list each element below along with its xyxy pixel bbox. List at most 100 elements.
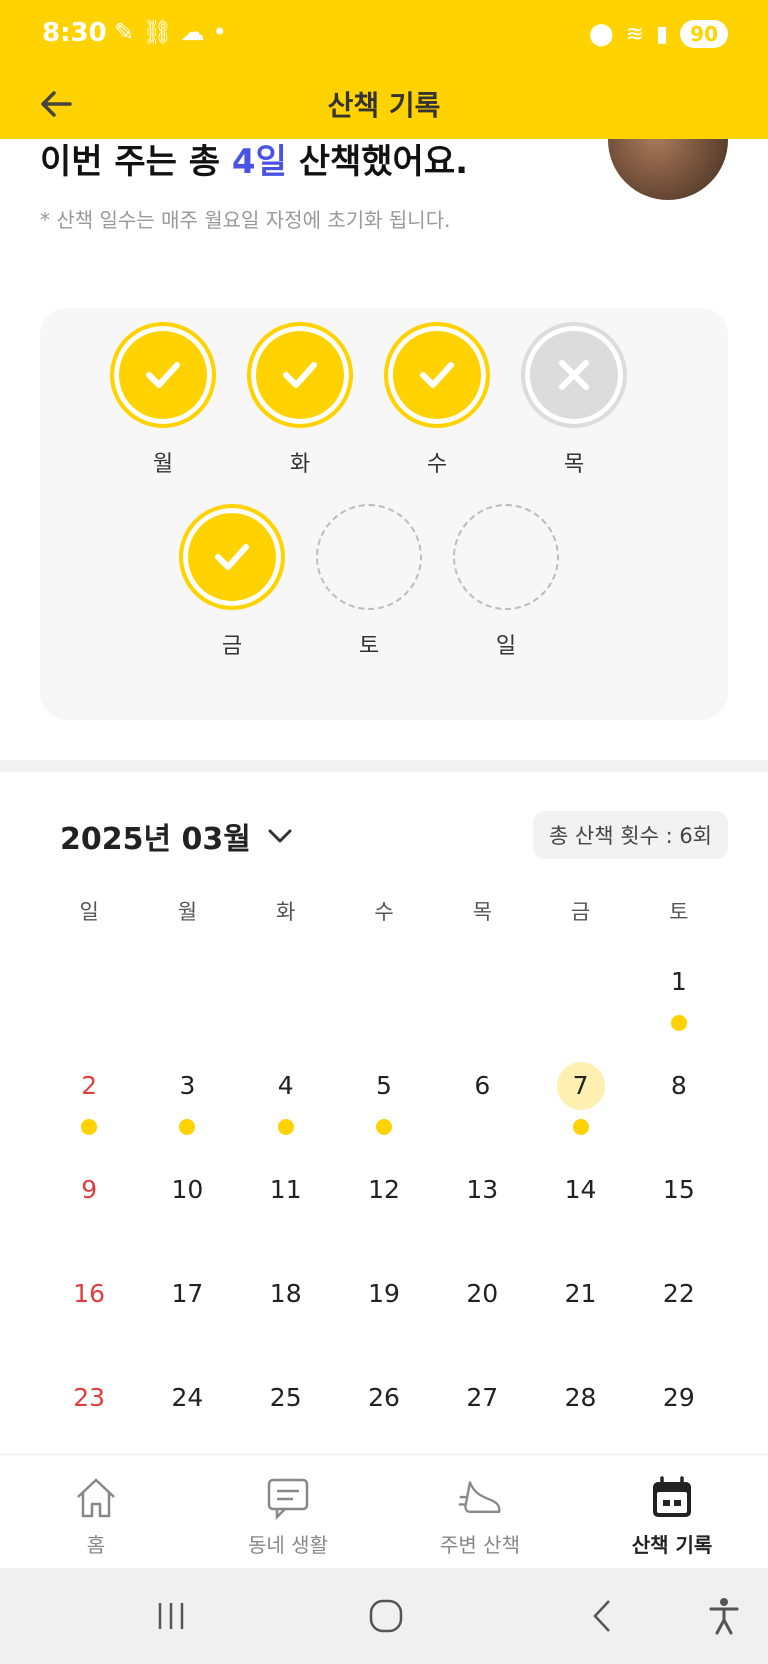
calendar-day-number: 17 [171, 1279, 204, 1308]
calendar-empty-cell [335, 944, 433, 1048]
calendar-day-24[interactable]: 24 [138, 1360, 236, 1464]
sneaker-icon [457, 1475, 503, 1521]
weekday-header-label: 토 [669, 900, 689, 924]
weekday-label: 금 [221, 634, 243, 659]
total-walk-count-badge: 총 산책 횟수 : 6회 [532, 811, 728, 859]
accessibility-icon [709, 1598, 739, 1635]
calendar-day-19[interactable]: 19 [335, 1256, 433, 1360]
walk-record-screen: 8:30 ✎ ⛓ ☁ • ⬤ ≋ ▮ 90 산책 기록 이번 주는 총 4일 산… [0, 0, 768, 1664]
nav-item-label: 동네 생활 [248, 1533, 328, 1557]
calendar-day-21[interactable]: 21 [531, 1256, 629, 1360]
calendar-day-number: 8 [670, 1071, 687, 1100]
calendar-day-20[interactable]: 20 [433, 1256, 531, 1360]
recent-apps-button[interactable] [141, 1590, 201, 1642]
calendar-day-number: 16 [73, 1279, 106, 1308]
calendar-day-number: 25 [269, 1383, 302, 1412]
calendar-day-16[interactable]: 16 [40, 1256, 138, 1360]
weekday-status-1: 화 [245, 322, 355, 478]
notification-icon: ✎ [114, 18, 135, 46]
calendar-day-number: 1 [670, 967, 687, 996]
weekly-summary: 이번 주는 총 4일 산책했어요. [40, 134, 468, 183]
weekday-label: 수 [426, 452, 448, 477]
weekday-label: 월 [152, 452, 174, 477]
weekday-status-6: 일 [451, 504, 561, 660]
cloud-icon: ☁ [180, 18, 205, 46]
home-icon [73, 1475, 119, 1521]
calendar-day-10[interactable]: 10 [138, 1152, 236, 1256]
page-title: 산책 기록 [327, 89, 441, 122]
weekly-progress-card: 월 화 수 목금 토 일 [40, 308, 728, 720]
nav-item-sneaker[interactable]: 주변 산책 [384, 1455, 576, 1568]
calendar-day-number: 11 [269, 1175, 302, 1204]
calendar-day-2[interactable]: 2 [40, 1048, 138, 1152]
system-icons: ⬤ ≋ ▮ 90 [589, 20, 728, 48]
calendar-day-18[interactable]: 18 [237, 1256, 335, 1360]
calendar-day-14[interactable]: 14 [531, 1152, 629, 1256]
calendar-day-28[interactable]: 28 [531, 1360, 629, 1464]
calendar-day-number: 4 [277, 1071, 294, 1100]
weekday-label: 토 [358, 634, 380, 659]
month-selector[interactable]: 2025년 03월 [60, 814, 295, 858]
calendar-day-8[interactable]: 8 [630, 1048, 728, 1152]
calendar-day-9[interactable]: 9 [40, 1152, 138, 1256]
calendar-day-number: 27 [466, 1383, 499, 1412]
calendar-day-22[interactable]: 22 [630, 1256, 728, 1360]
missed-circle [521, 322, 627, 428]
calendar-week-row: 1 [40, 944, 728, 1048]
recent-apps-icon [158, 1603, 184, 1629]
weekday-status-0: 월 [108, 322, 218, 478]
calendar-day-3[interactable]: 3 [138, 1048, 236, 1152]
calendar-day-5[interactable]: 5 [335, 1048, 433, 1152]
calendar-week-row: 23 24 25 26 27 28 29 [40, 1360, 728, 1464]
nav-item-calendar[interactable]: 산책 기록 [576, 1455, 768, 1568]
calendar-day-13[interactable]: 13 [433, 1152, 531, 1256]
calendar-empty-cell [531, 944, 629, 1048]
calendar-day-11[interactable]: 11 [237, 1152, 335, 1256]
calendar-day-6[interactable]: 6 [433, 1048, 531, 1152]
calendar-week-row: 16 17 18 19 20 21 22 [40, 1256, 728, 1360]
calendar-day-number: 20 [466, 1279, 499, 1308]
calendar-day-26[interactable]: 26 [335, 1360, 433, 1464]
chat-icon [265, 1475, 311, 1521]
calendar-day-27[interactable]: 27 [433, 1360, 531, 1464]
calendar-day-17[interactable]: 17 [138, 1256, 236, 1360]
calendar-day-15[interactable]: 15 [630, 1152, 728, 1256]
battery-indicator: 90 [680, 20, 728, 48]
weekday-header-label: 수 [374, 900, 394, 924]
wifi-icon: ≋ [625, 21, 645, 47]
calendar-day-29[interactable]: 29 [630, 1360, 728, 1464]
calendar-week-row: 2 3 4 5 6 7 8 [40, 1048, 728, 1152]
calendar-day-12[interactable]: 12 [335, 1152, 433, 1256]
weekday-status-2: 수 [382, 322, 492, 478]
location-icon: ⬤ [588, 21, 614, 47]
calendar-day-number: 26 [368, 1383, 400, 1412]
calendar-day-23[interactable]: 23 [40, 1360, 138, 1464]
system-back-button[interactable] [572, 1590, 632, 1642]
nav-item-label: 산책 기록 [631, 1533, 713, 1557]
calendar-day-4[interactable]: 4 [237, 1048, 335, 1152]
calendar-day-number: 29 [662, 1383, 695, 1412]
upcoming-circle [316, 504, 422, 610]
weekday-label: 일 [495, 634, 517, 659]
calendar-day-1[interactable]: 1 [630, 944, 728, 1048]
weekday-status-4: 금 [177, 504, 287, 660]
walked-circle [247, 322, 353, 428]
calendar-empty-cell [138, 944, 236, 1048]
calendar-day-25[interactable]: 25 [237, 1360, 335, 1464]
walk-marker-dot [81, 1119, 98, 1135]
close-icon [559, 360, 589, 390]
calendar-empty-cell [433, 944, 531, 1048]
nav-item-chat[interactable]: 동네 생활 [192, 1455, 384, 1568]
weekday-header-label: 금 [570, 900, 591, 924]
nav-item-home[interactable]: 홈 [0, 1455, 192, 1568]
weekday-header-label: 일 [79, 900, 99, 924]
upcoming-circle [453, 504, 559, 610]
app-header: 산책 기록 [0, 70, 768, 139]
calendar-day-7[interactable]: 7 [531, 1048, 629, 1152]
calendar-day-number: 5 [376, 1071, 392, 1100]
summary-suffix: 산책했어요. [286, 142, 469, 182]
accessibility-button[interactable] [694, 1590, 754, 1642]
calendar-day-number: 28 [564, 1383, 597, 1412]
home-system-button[interactable] [356, 1590, 416, 1642]
link-icon: ⛓ [142, 18, 173, 46]
